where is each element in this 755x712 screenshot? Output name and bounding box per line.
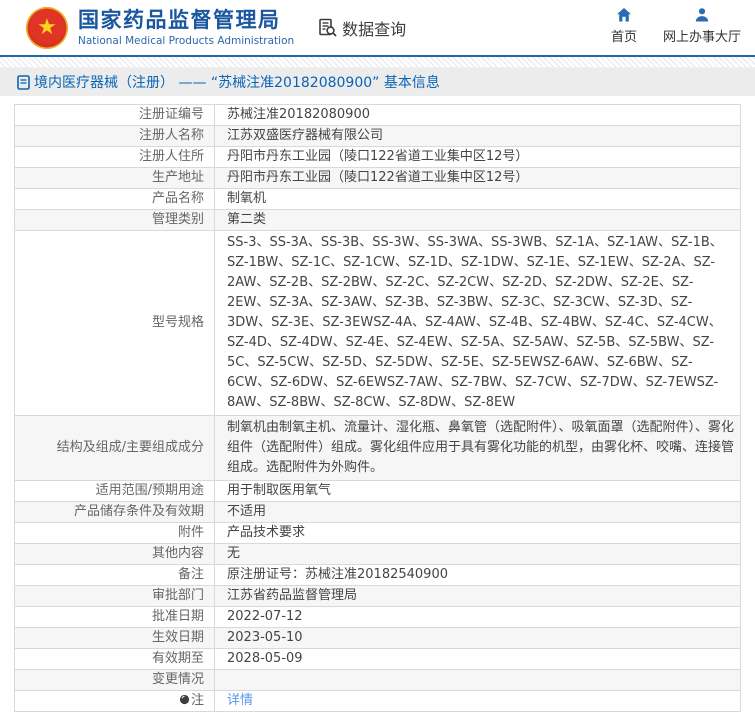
note-label: 注 bbox=[191, 693, 204, 708]
table-row-remarks: 备注原注册证号：苏械注准20182540900 bbox=[15, 565, 741, 586]
field-value: 制氧机 bbox=[215, 189, 741, 210]
field-value: 江苏省药品监督管理局 bbox=[215, 586, 741, 607]
field-value: 产品技术要求 bbox=[215, 523, 741, 544]
top-nav: 首页 网上办事大厅 bbox=[611, 7, 741, 45]
field-value: 详情 bbox=[215, 691, 741, 712]
table-row-attachment: 附件产品技术要求 bbox=[15, 523, 741, 544]
field-label: 结构及组成/主要组成成分 bbox=[15, 416, 215, 481]
field-label: 备注 bbox=[15, 565, 215, 586]
breadcrumb: 境内医疗器械（注册） —— “苏械注准20182080900” 基本信息 bbox=[0, 68, 755, 96]
field-label: 批准日期 bbox=[15, 607, 215, 628]
bulb-icon bbox=[179, 694, 190, 705]
breadcrumb-text: 境内医疗器械（注册） —— “苏械注准20182080900” 基本信息 bbox=[34, 72, 440, 92]
field-value: 第二类 bbox=[215, 210, 741, 231]
field-value: 无 bbox=[215, 544, 741, 565]
detail-link[interactable]: 详情 bbox=[227, 693, 253, 708]
data-query-label: 数据查询 bbox=[342, 16, 406, 40]
field-value: 用于制取医用氧气 bbox=[215, 481, 741, 502]
field-value: 2023-05-10 bbox=[215, 628, 741, 649]
field-label: 附件 bbox=[15, 523, 215, 544]
field-value: 原注册证号：苏械注准20182540900 bbox=[215, 565, 741, 586]
field-label: 变更情况 bbox=[15, 670, 215, 691]
table-row-note: 注 详情 bbox=[15, 691, 741, 712]
field-label: 管理类别 bbox=[15, 210, 215, 231]
field-value: SS-3、SS-3A、SS-3B、SS-3W、SS-3WA、SS-3WB、SZ-… bbox=[215, 231, 741, 416]
field-label: 型号规格 bbox=[15, 231, 215, 416]
field-label: 有效期至 bbox=[15, 649, 215, 670]
document-search-icon bbox=[318, 18, 338, 38]
table-row-registrant-address: 注册人住所丹阳市丹东工业园（陵口122省道工业集中区12号） bbox=[15, 147, 741, 168]
field-value: 制氧机由制氧主机、流量计、湿化瓶、鼻氧管（选配附件）、吸氧面罩（选配附件）、雾化… bbox=[215, 416, 741, 481]
table-row-expiry-date: 有效期至2028-05-09 bbox=[15, 649, 741, 670]
nav-home-label: 首页 bbox=[611, 26, 637, 45]
table-row-change-status: 变更情况 bbox=[15, 670, 741, 691]
field-value: 丹阳市丹东工业园（陵口122省道工业集中区12号） bbox=[215, 168, 741, 189]
field-label: 生效日期 bbox=[15, 628, 215, 649]
field-value: 江苏双盛医疗器械有限公司 bbox=[215, 126, 741, 147]
home-icon bbox=[616, 7, 632, 23]
site-subtitle: National Medical Products Administration bbox=[78, 35, 294, 47]
data-query-section[interactable]: 数据查询 bbox=[318, 16, 406, 40]
user-icon bbox=[694, 7, 710, 23]
table-row-structure-composition: 结构及组成/主要组成成分制氧机由制氧主机、流量计、湿化瓶、鼻氧管（选配附件）、吸… bbox=[15, 416, 741, 481]
field-value bbox=[215, 670, 741, 691]
field-value: 2028-05-09 bbox=[215, 649, 741, 670]
table-row-other-content: 其他内容无 bbox=[15, 544, 741, 565]
document-icon bbox=[17, 75, 30, 90]
registration-info-table: 注册证编号苏械注准20182080900 注册人名称江苏双盛医疗器械有限公司 注… bbox=[14, 104, 741, 712]
field-label: 注册证编号 bbox=[15, 105, 215, 126]
field-label: 注册人名称 bbox=[15, 126, 215, 147]
field-label: 生产地址 bbox=[15, 168, 215, 189]
nav-service-hall-label: 网上办事大厅 bbox=[663, 26, 741, 45]
table-row-management-class: 管理类别第二类 bbox=[15, 210, 741, 231]
site-title: 国家药品监督管理局 bbox=[78, 8, 294, 32]
table-row-product-name: 产品名称制氧机 bbox=[15, 189, 741, 210]
table-row-storage-conditions: 产品储存条件及有效期不适用 bbox=[15, 502, 741, 523]
table-row-production-address: 生产地址丹阳市丹东工业园（陵口122省道工业集中区12号） bbox=[15, 168, 741, 189]
china-national-emblem-icon: ★ bbox=[26, 7, 68, 49]
table-row-intended-use: 适用范围/预期用途用于制取医用氧气 bbox=[15, 481, 741, 502]
field-value: 不适用 bbox=[215, 502, 741, 523]
field-label: 注 bbox=[15, 691, 215, 712]
field-label: 其他内容 bbox=[15, 544, 215, 565]
field-label: 适用范围/预期用途 bbox=[15, 481, 215, 502]
site-header: ★ 国家药品监督管理局 National Medical Products Ad… bbox=[0, 0, 755, 55]
table-row-approval-department: 审批部门江苏省药品监督管理局 bbox=[15, 586, 741, 607]
nav-item-home[interactable]: 首页 bbox=[611, 7, 637, 45]
field-value: 2022-07-12 bbox=[215, 607, 741, 628]
hatch-divider bbox=[0, 57, 755, 68]
table-row-effective-date: 生效日期2023-05-10 bbox=[15, 628, 741, 649]
field-value: 苏械注准20182080900 bbox=[215, 105, 741, 126]
field-label: 审批部门 bbox=[15, 586, 215, 607]
field-label: 产品名称 bbox=[15, 189, 215, 210]
table-row-reg-number: 注册证编号苏械注准20182080900 bbox=[15, 105, 741, 126]
field-value: 丹阳市丹东工业园（陵口122省道工业集中区12号） bbox=[215, 147, 741, 168]
table-row-approval-date: 批准日期2022-07-12 bbox=[15, 607, 741, 628]
site-logo[interactable]: 国家药品监督管理局 National Medical Products Admi… bbox=[78, 8, 294, 46]
field-label: 产品储存条件及有效期 bbox=[15, 502, 215, 523]
nav-item-service-hall[interactable]: 网上办事大厅 bbox=[663, 7, 741, 45]
field-label: 注册人住所 bbox=[15, 147, 215, 168]
table-row-registrant-name: 注册人名称江苏双盛医疗器械有限公司 bbox=[15, 126, 741, 147]
table-row-model-spec: 型号规格SS-3、SS-3A、SS-3B、SS-3W、SS-3WA、SS-3WB… bbox=[15, 231, 741, 416]
